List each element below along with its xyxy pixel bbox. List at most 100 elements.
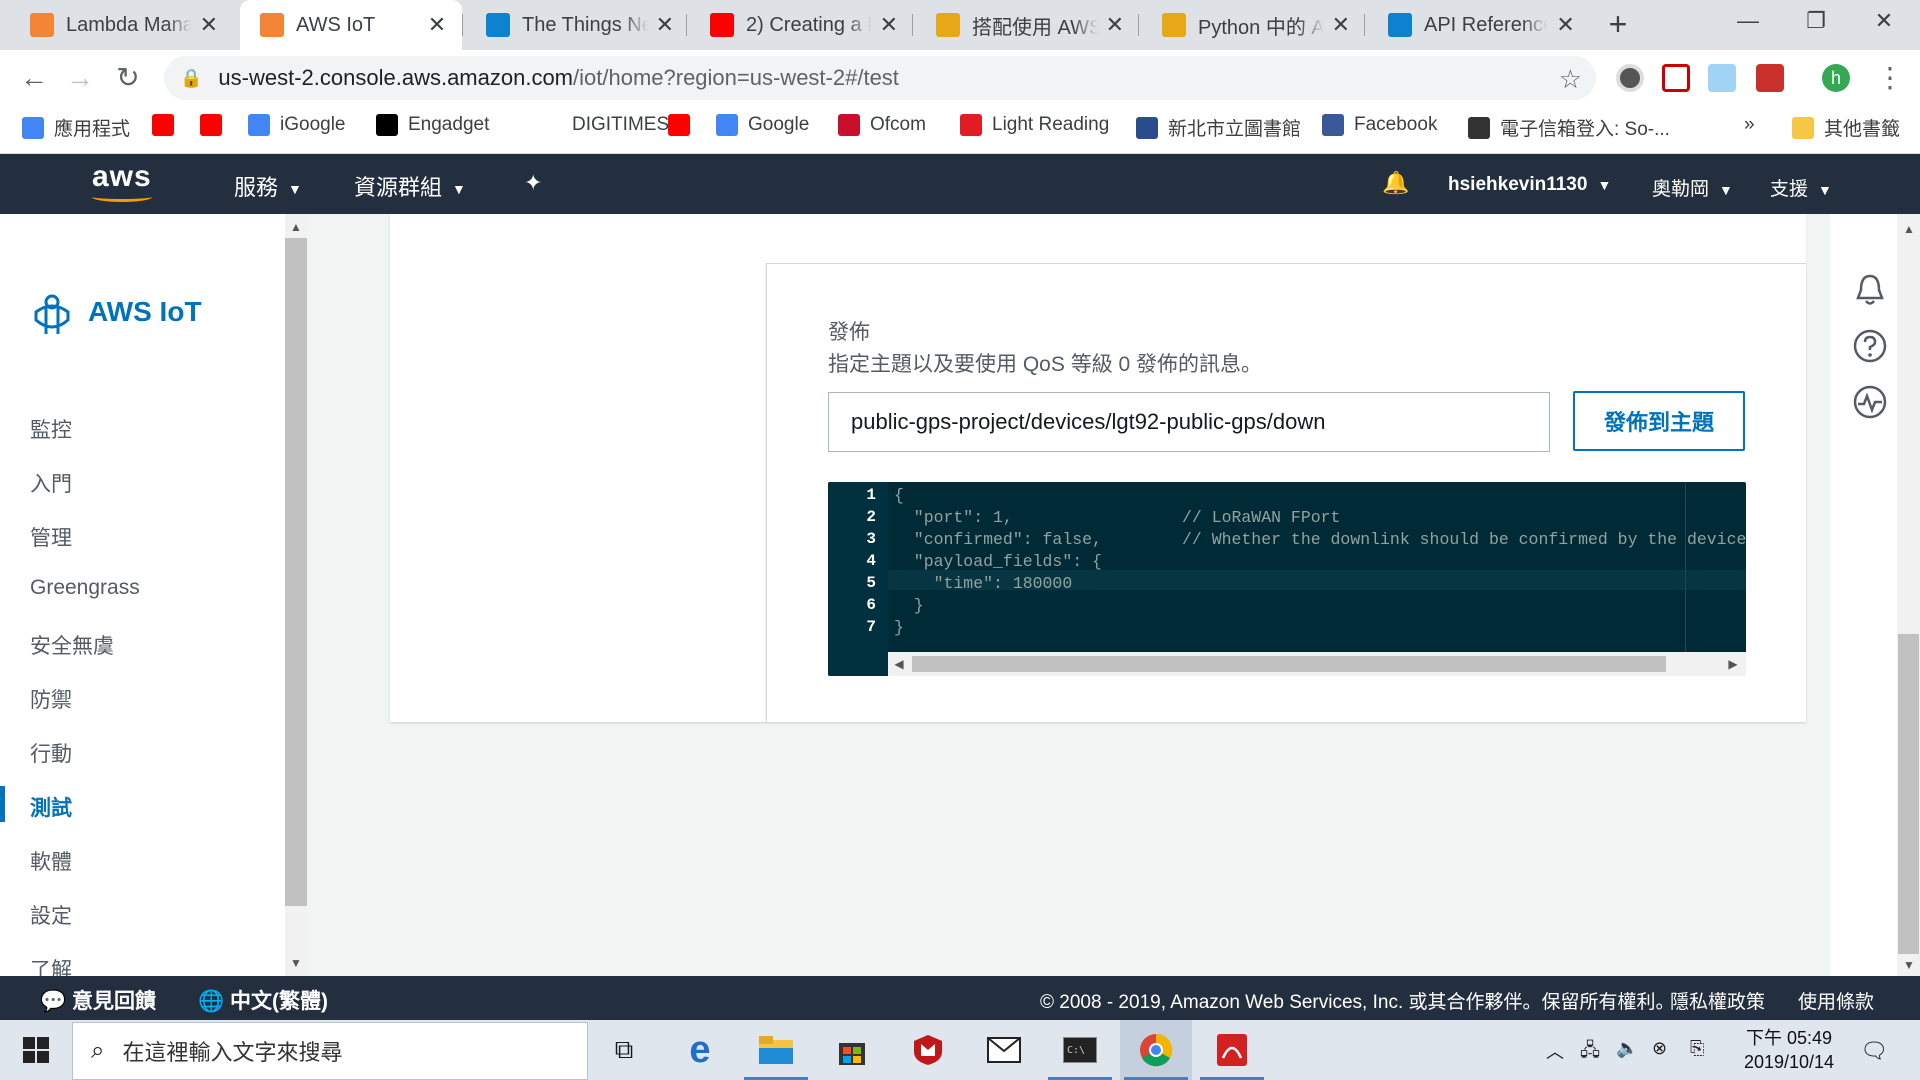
close-window-button[interactable]: ✕ xyxy=(1864,8,1904,34)
sidebar-item[interactable]: 安全無虞 xyxy=(30,630,114,660)
notifications-bell-icon[interactable]: 🔔 xyxy=(1382,170,1409,196)
resource-groups-menu[interactable]: 資源群組 ▼ xyxy=(354,170,466,202)
bookmark-item[interactable] xyxy=(152,114,184,136)
action-center-icon[interactable]: 🗨 xyxy=(1860,1038,1888,1064)
scroll-up-arrow-icon[interactable]: ▲ xyxy=(1898,220,1920,238)
smartpki-extension-icon[interactable] xyxy=(1708,64,1736,92)
bookmark-item[interactable]: Google xyxy=(716,114,809,136)
browser-tab[interactable]: Python 中的 AWS ✕ xyxy=(1142,0,1364,50)
edge-browser-icon[interactable]: e xyxy=(664,1020,736,1080)
language-selector[interactable]: 🌐 中文(繁體) xyxy=(198,985,328,1015)
browser-tab[interactable]: 2) Creating a Lambda ✕ xyxy=(690,0,912,50)
close-tab-icon[interactable]: ✕ xyxy=(880,12,898,38)
services-menu[interactable]: 服務 ▼ xyxy=(234,170,302,202)
store-icon[interactable] xyxy=(816,1020,888,1080)
close-tab-icon[interactable]: ✕ xyxy=(1106,12,1124,38)
acrobat-icon[interactable] xyxy=(1196,1020,1268,1080)
browser-tab[interactable]: Lambda Management Console ✕ xyxy=(10,0,232,50)
bookmarks-overflow-button[interactable]: » xyxy=(1744,114,1755,136)
forward-arrow-icon[interactable]: → xyxy=(62,62,98,94)
bookmark-item[interactable]: 應用程式 xyxy=(22,114,130,141)
bookmark-item[interactable] xyxy=(668,114,700,136)
terms-link[interactable]: 使用條款 xyxy=(1798,987,1874,1014)
support-menu[interactable]: 支援 ▼ xyxy=(1770,174,1832,201)
back-arrow-icon[interactable]: ← xyxy=(16,62,52,94)
message-code-editor[interactable]: 1 {2 "port": 1, // LoRaWAN FPort 3 "confirm… xyxy=(828,482,1746,676)
scroll-up-arrow-icon[interactable]: ▲ xyxy=(285,218,307,236)
task-view-icon[interactable]: ⧉ xyxy=(588,1020,660,1080)
bookmark-star-icon[interactable]: ☆ xyxy=(1559,64,1582,95)
aws-logo[interactable]: aws xyxy=(92,160,152,194)
network-icon[interactable]: 🖧 xyxy=(1580,1038,1600,1068)
scroll-right-arrow-icon[interactable]: ▶ xyxy=(1724,652,1742,676)
bookmark-item[interactable]: DIGITIMES xyxy=(540,114,669,136)
main-scroll-thumb[interactable] xyxy=(1898,634,1919,954)
privacy-link[interactable]: 隱私權政策 xyxy=(1670,987,1765,1014)
bookmark-item[interactable]: Ofcom xyxy=(838,114,926,136)
browser-tab[interactable]: 搭配使用 AWS Lambda ✕ xyxy=(916,0,1138,50)
activity-pulse-icon[interactable] xyxy=(1852,384,1888,420)
bookmark-item[interactable]: Light Reading xyxy=(960,114,1109,136)
bookmark-item[interactable]: 新北市立圖書館 xyxy=(1136,114,1301,141)
bookmark-item[interactable]: Engadget xyxy=(376,114,489,136)
terminal-icon[interactable]: C:\ xyxy=(1044,1020,1116,1080)
sidebar-item[interactable]: 測試 xyxy=(30,792,72,822)
browser-tab[interactable]: API Reference ✕ xyxy=(1368,0,1590,50)
taskbar-clock[interactable]: 下午 05:49 2019/10/14 xyxy=(1730,1026,1848,1074)
help-question-icon[interactable] xyxy=(1852,328,1888,364)
address-bar[interactable]: 🔒 us-west-2.console.aws.amazon.com/iot/h… xyxy=(164,56,1596,100)
sidebar-item[interactable]: 設定 xyxy=(30,900,72,930)
close-tab-icon[interactable]: ✕ xyxy=(656,12,674,38)
windows-start-icon[interactable] xyxy=(0,1020,72,1080)
minimize-button[interactable]: — xyxy=(1728,8,1768,34)
close-tab-icon[interactable]: ✕ xyxy=(1555,12,1576,38)
sidebar-item[interactable]: 監控 xyxy=(30,414,72,444)
sidebar-item[interactable]: 行動 xyxy=(30,738,72,768)
new-tab-button[interactable]: + xyxy=(1602,8,1634,40)
sidebar-scroll-thumb[interactable] xyxy=(285,238,307,906)
file-explorer-icon[interactable] xyxy=(740,1020,812,1080)
publish-to-topic-button[interactable]: 發佈到主題 xyxy=(1573,391,1745,451)
scroll-left-arrow-icon[interactable]: ◀ xyxy=(890,652,908,676)
restore-button[interactable]: ❐ xyxy=(1796,8,1836,34)
sidebar-item[interactable]: 管理 xyxy=(30,522,72,552)
browser-tab[interactable]: AWS IoT ✕ xyxy=(240,0,462,50)
topic-input[interactable] xyxy=(828,392,1550,452)
volume-icon[interactable]: 🔈 xyxy=(1616,1038,1638,1059)
close-tab-icon[interactable]: ✕ xyxy=(200,12,218,38)
chrome-icon[interactable] xyxy=(1120,1020,1192,1080)
close-tab-icon[interactable]: ✕ xyxy=(1332,12,1350,38)
pocket-extension-icon[interactable] xyxy=(1662,64,1690,92)
other-bookmarks-folder[interactable]: 其他書籤 xyxy=(1792,114,1900,141)
browser-menu-icon[interactable]: ⋮ xyxy=(1872,62,1908,94)
scroll-down-arrow-icon[interactable]: ▼ xyxy=(285,954,307,972)
browser-tab[interactable]: The Things Network Console ✕ xyxy=(466,0,688,50)
bookmark-item[interactable]: Facebook xyxy=(1322,114,1437,136)
scroll-down-arrow-icon[interactable]: ▼ xyxy=(1898,956,1920,974)
mcafee-icon[interactable] xyxy=(892,1020,964,1080)
taskbar-search-box[interactable]: ⌕ 在這裡輸入文字來搜尋 xyxy=(72,1022,588,1080)
editor-scroll-thumb[interactable] xyxy=(912,656,1666,672)
sidebar-item[interactable]: 入門 xyxy=(30,468,72,498)
bookmark-item[interactable] xyxy=(200,114,232,136)
sidebar-item[interactable]: 軟體 xyxy=(30,846,72,876)
tray-expand-icon[interactable]: ︿ xyxy=(1546,1038,1564,1064)
input-method-icon[interactable]: ⎘ xyxy=(1690,1038,1704,1059)
mail-icon[interactable] xyxy=(968,1020,1040,1080)
bookmark-item[interactable]: iGoogle xyxy=(248,114,346,136)
sidebar-title[interactable]: AWS IoT xyxy=(88,296,202,328)
extension-circle-icon[interactable] xyxy=(1616,64,1644,92)
close-tab-icon[interactable]: ✕ xyxy=(426,12,448,38)
pdf-extension-icon[interactable] xyxy=(1756,64,1784,92)
profile-avatar[interactable]: h xyxy=(1822,64,1850,92)
sidebar-item[interactable]: Greengrass xyxy=(30,576,140,600)
notification-bell-icon[interactable] xyxy=(1852,272,1888,308)
sidebar-item[interactable]: 防禦 xyxy=(30,684,72,714)
tray-status-icon[interactable]: ⊗ xyxy=(1652,1038,1667,1059)
pin-icon[interactable]: ✦ xyxy=(524,170,542,196)
region-menu[interactable]: 奧勒岡 ▼ xyxy=(1652,174,1733,201)
account-menu[interactable]: hsiehkevin1130 ▼ xyxy=(1448,174,1611,196)
reload-icon[interactable]: ↻ xyxy=(110,62,146,94)
bookmark-item[interactable]: 電子信箱登入: So-... xyxy=(1468,114,1670,141)
feedback-link[interactable]: 💬 意見回饋 xyxy=(40,985,156,1015)
